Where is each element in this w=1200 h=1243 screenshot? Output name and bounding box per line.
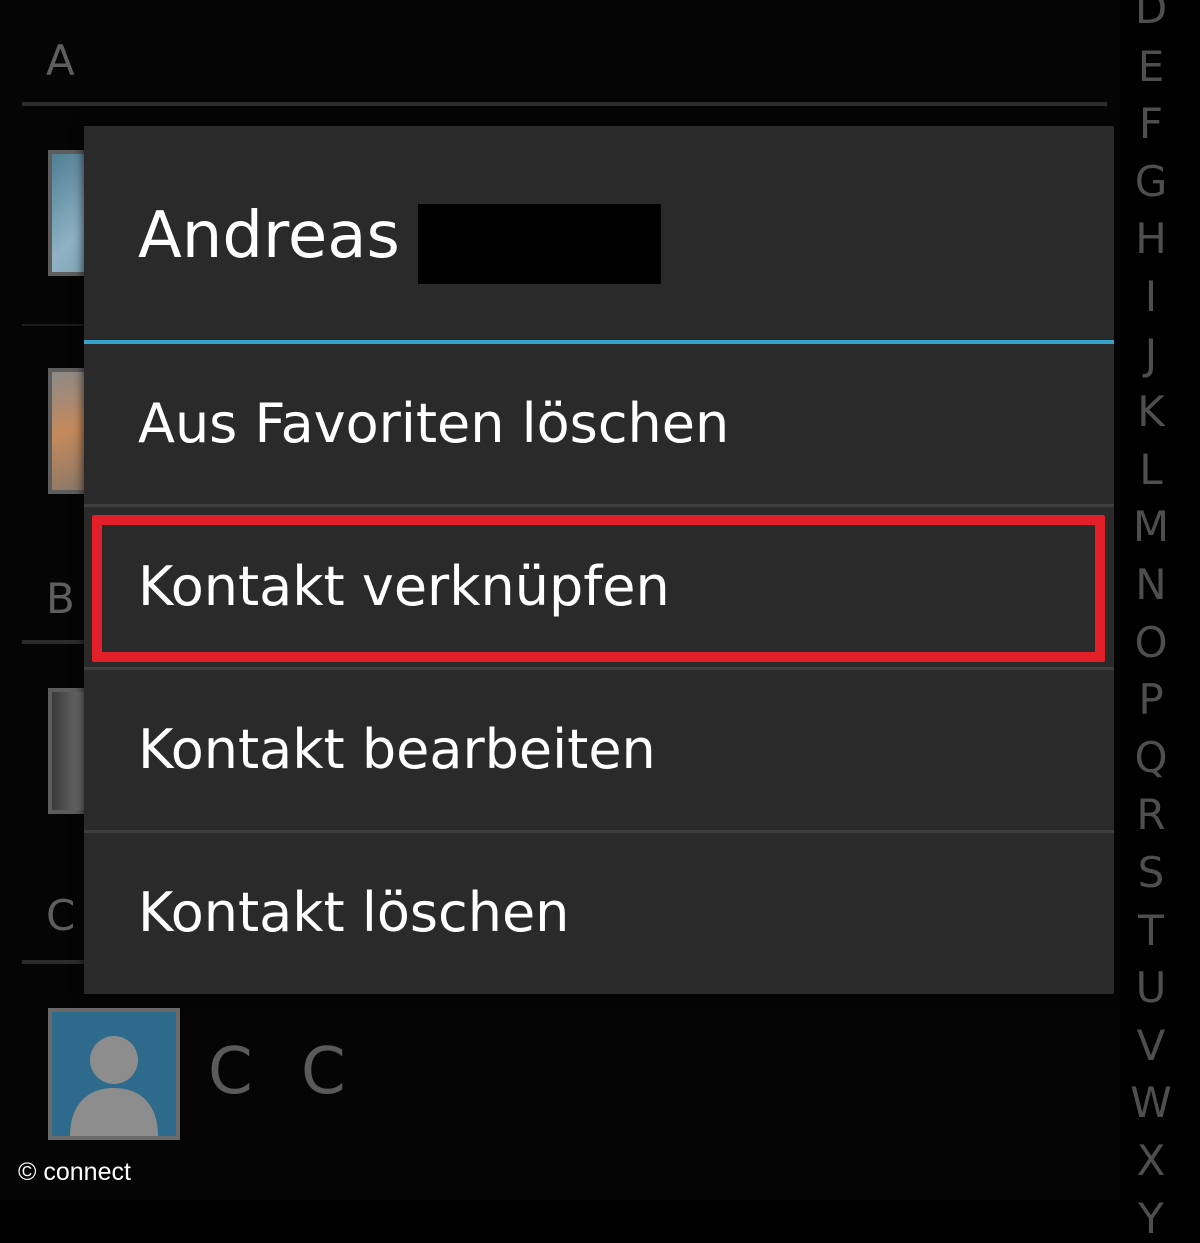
alphabet-index-letter[interactable]: H [1120,218,1182,260]
alphabet-index-letter[interactable]: V [1120,1024,1182,1067]
alphabet-index-letter[interactable]: K [1120,391,1182,433]
alphabet-index-letter[interactable]: Q [1120,736,1182,779]
alphabet-index-letter[interactable]: J [1120,333,1182,376]
alphabet-index-letter[interactable]: I [1120,276,1182,318]
default-avatar-icon[interactable] [48,1008,180,1140]
alphabet-index-letter[interactable]: R [1120,794,1182,836]
alphabet-index-letter[interactable]: E [1120,45,1182,88]
alphabet-index-letter[interactable]: T [1120,909,1182,952]
menu-item-edit-contact[interactable]: Kontakt bearbeiten [84,670,1114,830]
menu-item-label: Kontakt löschen [138,881,570,944]
alphabet-index-letter[interactable]: X [1120,1140,1182,1182]
person-silhouette-icon [70,1036,158,1136]
section-header-c: C [46,891,76,940]
section-header-a: A [46,36,75,85]
alphabet-index-letter[interactable]: O [1120,621,1182,664]
alphabet-index-letter[interactable]: S [1120,852,1182,894]
menu-item-label: Aus Favoriten löschen [138,392,730,455]
section-header-b: B [46,574,75,623]
alphabet-index[interactable]: DEFGHIJKLMNOPQRSTUVWXY [1120,0,1182,1239]
menu-item-remove-favorite[interactable]: Aus Favoriten löschen [84,344,1114,504]
alphabet-index-letter[interactable]: D [1120,0,1182,30]
dialog-header: Andreas [84,126,1114,340]
section-divider [22,102,1107,106]
alphabet-index-letter[interactable]: Y [1120,1197,1182,1240]
highlight-annotation [92,515,1105,662]
alphabet-index-letter[interactable]: P [1120,679,1182,721]
alphabet-index-letter[interactable]: U [1120,967,1182,1009]
redaction-bar [418,204,661,284]
dialog-title: Andreas [138,199,400,273]
contact-name[interactable]: C C [208,1040,360,1104]
menu-item-label: Kontakt bearbeiten [138,718,656,781]
alphabet-index-letter[interactable]: N [1120,564,1182,606]
alphabet-index-letter[interactable]: L [1120,448,1182,491]
alphabet-index-letter[interactable]: W [1120,1082,1182,1124]
alphabet-index-letter[interactable]: G [1120,160,1182,203]
alphabet-index-letter[interactable]: F [1120,103,1182,145]
copyright-watermark: © connect [18,1158,131,1186]
alphabet-index-letter[interactable]: M [1120,506,1182,548]
menu-item-delete-contact[interactable]: Kontakt löschen [84,833,1114,993]
